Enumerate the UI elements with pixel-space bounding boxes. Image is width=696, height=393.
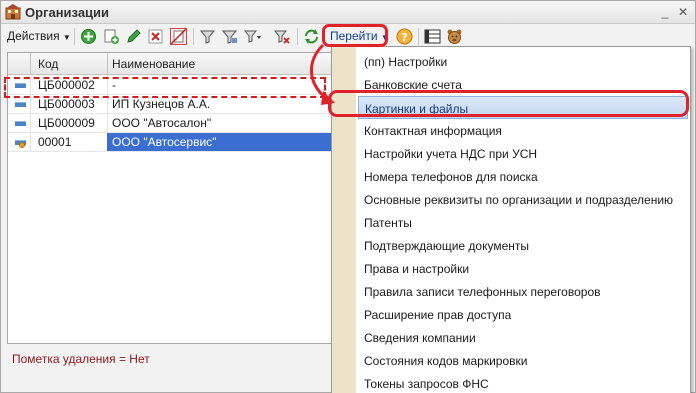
toolbar-separator <box>193 28 194 45</box>
menu-item-main-details[interactable]: Основные реквизиты по организации и подр… <box>357 188 690 211</box>
row-name: ООО "Автосалон" <box>112 116 212 130</box>
row-name: ООО "Автосервис" <box>112 135 217 149</box>
menu-item-callout <box>328 90 689 117</box>
cell-divider <box>107 114 108 133</box>
chevron-down-icon: ▼ <box>62 33 71 42</box>
subordinate-marker-icon <box>19 142 25 148</box>
row-code: ЦБ000009 <box>38 116 95 130</box>
column-divider <box>107 53 108 75</box>
menu-item-company-info[interactable]: Сведения компании <box>357 326 690 349</box>
filter-settings-icon[interactable] <box>221 28 238 45</box>
column-divider <box>30 53 31 75</box>
catalog-item-icon <box>15 102 26 107</box>
toolbar-separator <box>297 28 298 45</box>
edit-icon[interactable] <box>125 28 142 45</box>
menu-item-rights-settings[interactable]: Права и настройки <box>357 257 690 280</box>
deletion-mark-status: Пометка удаления = Нет <box>12 352 150 366</box>
cell-divider <box>30 133 31 152</box>
menu-item-phone-numbers[interactable]: Номера телефонов для поиска <box>357 165 690 188</box>
menu-item-access-rights-extension[interactable]: Расширение прав доступа <box>357 303 690 326</box>
menu-item-contact-info[interactable]: Контактная информация <box>357 119 690 142</box>
columns-icon[interactable] <box>424 28 441 45</box>
menu-item-vat-settings[interactable]: Настройки учета НДС при УСН <box>357 142 690 165</box>
organizations-window: Организации _ ✕ Действия ▼ Перейти ▼ ? К… <box>0 0 696 393</box>
copy-icon[interactable] <box>103 28 120 45</box>
cell-divider <box>30 114 31 133</box>
menu-item-call-recording-rules[interactable]: Правила записи телефонных переговоров <box>357 280 690 303</box>
toolbar-separator <box>418 28 419 45</box>
menu-item-fns-tokens[interactable]: Токены запросов ФНС <box>357 372 690 393</box>
row-code: 00001 <box>38 135 72 149</box>
add-icon[interactable] <box>80 28 97 45</box>
toolbar-separator <box>74 28 75 45</box>
menu-item-settings[interactable]: (пп) Настройки <box>357 50 690 73</box>
mark-deletion-icon[interactable] <box>170 28 187 45</box>
delete-icon[interactable] <box>147 28 164 45</box>
bear-icon[interactable] <box>446 28 463 45</box>
menu-item-supporting-docs[interactable]: Подтверждающие документы <box>357 234 690 257</box>
actions-menu-button[interactable]: Действия ▼ <box>7 29 71 43</box>
window-title: Организации <box>25 5 110 20</box>
svg-text:?: ? <box>401 31 407 44</box>
title-bar: Организации _ ✕ <box>1 1 695 24</box>
filter-list-icon[interactable] <box>244 28 261 45</box>
row-name: ИП Кузнецов А.А. <box>112 97 211 111</box>
filter-icon[interactable] <box>199 28 216 45</box>
clear-filter-icon[interactable] <box>273 28 290 45</box>
column-header-code[interactable]: Код <box>38 57 58 71</box>
row-code: ЦБ000003 <box>38 97 95 111</box>
actions-label: Действия <box>7 29 60 43</box>
help-icon[interactable]: ? <box>396 28 413 45</box>
minimize-icon[interactable]: _ <box>657 4 673 20</box>
catalog-item-icon <box>15 121 26 126</box>
column-header-name[interactable]: Наименование <box>112 57 195 71</box>
menu-item-patents[interactable]: Патенты <box>357 211 690 234</box>
close-icon[interactable]: ✕ <box>675 4 691 20</box>
organizations-app-icon <box>5 4 21 20</box>
callout-arrow-icon <box>310 43 335 105</box>
selected-row-callout <box>4 77 326 98</box>
menu-item-marking-codes[interactable]: Состояния кодов маркировки <box>357 349 690 372</box>
